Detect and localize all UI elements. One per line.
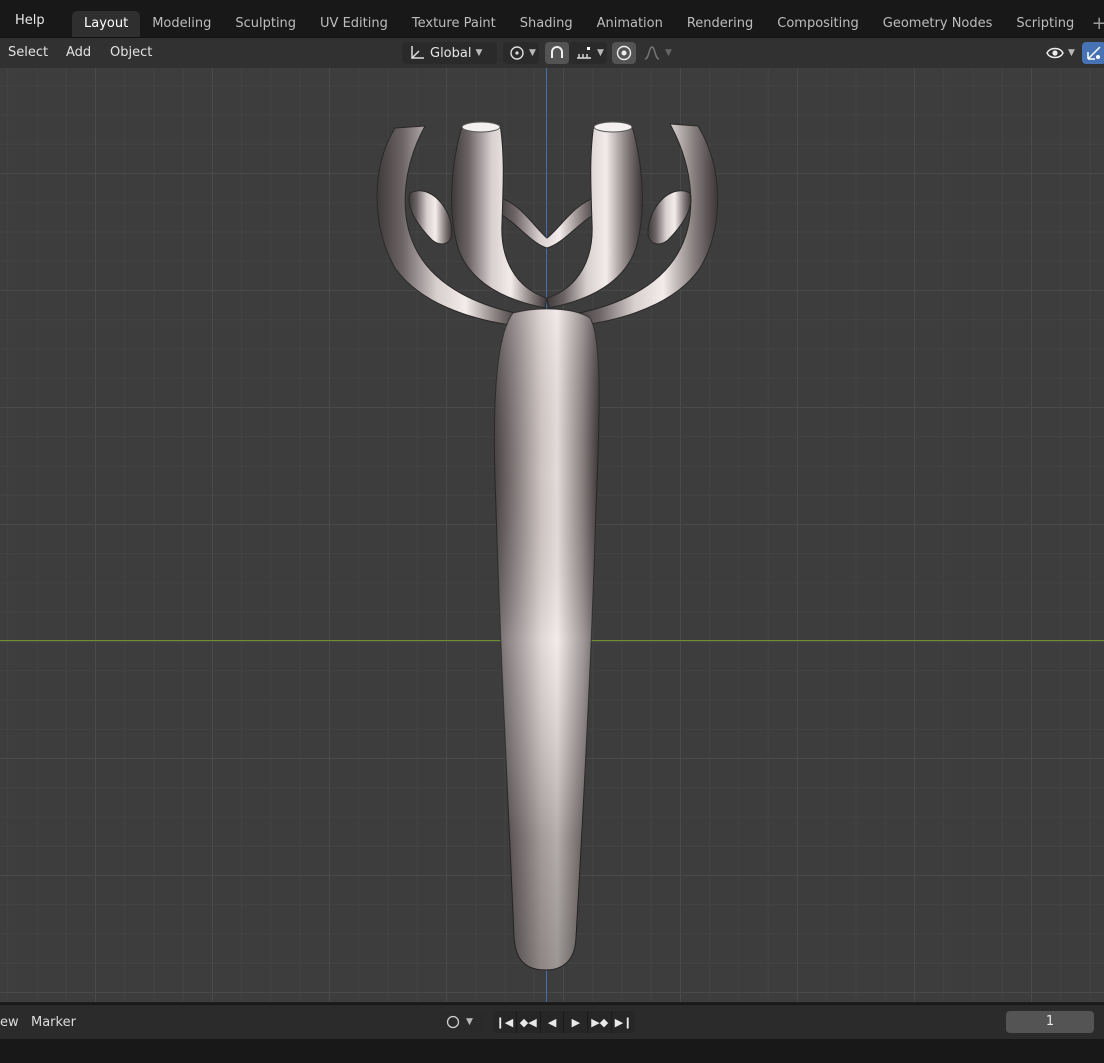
tab-compositing[interactable]: Compositing: [765, 11, 871, 37]
snap-icon: [548, 44, 566, 62]
tab-texture-paint[interactable]: Texture Paint: [400, 11, 508, 37]
add-menu[interactable]: Add: [66, 45, 91, 60]
falloff-curve-icon: [643, 44, 661, 62]
chevron-down-icon: ▼: [665, 48, 672, 58]
chevron-down-icon: ▼: [475, 48, 483, 58]
play-reverse-icon[interactable]: ◀: [539, 1011, 564, 1033]
jump-to-start-icon[interactable]: ❙◀: [493, 1011, 516, 1033]
snap-toggle[interactable]: [545, 42, 569, 64]
marker-menu[interactable]: Marker: [31, 1015, 76, 1030]
top-bar: Help Layout Modeling Sculpting UV Editin…: [0, 0, 1104, 38]
tab-shading[interactable]: Shading: [508, 11, 585, 37]
visibility-dropdown[interactable]: ▼: [1040, 42, 1078, 64]
tab-rendering[interactable]: Rendering: [675, 11, 765, 37]
chevron-down-icon: ▼: [466, 1017, 473, 1027]
tab-modeling[interactable]: Modeling: [140, 11, 223, 37]
pivot-point-dropdown[interactable]: ▼: [503, 42, 539, 64]
help-menu[interactable]: Help: [15, 13, 45, 28]
tab-geometry-nodes[interactable]: Geometry Nodes: [871, 11, 1005, 37]
select-menu[interactable]: Select: [8, 45, 48, 60]
snap-target-dropdown[interactable]: ▼: [569, 42, 607, 64]
tab-animation[interactable]: Animation: [585, 11, 675, 37]
tab-uv-editing[interactable]: UV Editing: [308, 11, 400, 37]
status-bar: [0, 1039, 1104, 1063]
pivot-point-icon: [509, 45, 525, 61]
view-menu[interactable]: ew: [0, 1015, 19, 1030]
object-menu[interactable]: Object: [110, 45, 152, 60]
viewport-header: Select Add Object Global ▼ ▼ ▼ ▼ ▼: [0, 38, 1104, 68]
timeline-header: ew Marker ▼ ❙◀ ◆◀ ◀ ▶ ▶◆ ▶❙ 1: [0, 1004, 1104, 1039]
next-keyframe-icon[interactable]: ▶◆: [587, 1011, 611, 1033]
chevron-down-icon: ▼: [529, 48, 536, 58]
3d-viewport[interactable]: Select Add Object Global ▼ ▼ ▼ ▼ ▼: [0, 38, 1104, 1002]
plus-icon[interactable]: +: [1086, 11, 1104, 37]
tab-sculpting[interactable]: Sculpting: [223, 11, 308, 37]
tab-layout[interactable]: Layout: [72, 11, 141, 37]
playback-controls: ❙◀ ◆◀ ◀ ▶ ▶◆ ▶❙: [493, 1011, 635, 1033]
tab-scripting[interactable]: Scripting: [1004, 11, 1086, 37]
visibility-icon: [1046, 44, 1064, 62]
gizmo-icon: [1085, 44, 1103, 62]
auto-keying-dropdown[interactable]: ▼: [440, 1011, 486, 1033]
chevron-down-icon: ▼: [1068, 48, 1075, 58]
current-frame-field[interactable]: 1: [1006, 1011, 1094, 1033]
previous-keyframe-icon[interactable]: ◆◀: [515, 1011, 540, 1033]
snap-increment-icon: [575, 44, 593, 62]
transform-orientation-icon: [408, 44, 426, 62]
record-icon: [446, 1015, 460, 1029]
ring-model: [376, 121, 719, 971]
orientation-value: Global: [430, 45, 472, 61]
workspace-tabs: Layout Modeling Sculpting UV Editing Tex…: [72, 11, 1104, 37]
play-icon[interactable]: ▶: [563, 1011, 587, 1033]
falloff-dropdown[interactable]: ▼: [637, 42, 673, 64]
transform-orientation-dropdown[interactable]: Global ▼: [402, 42, 497, 64]
gizmo-toggle[interactable]: [1082, 42, 1104, 64]
chevron-down-icon: ▼: [597, 48, 604, 58]
proportional-edit-toggle[interactable]: [612, 42, 636, 64]
proportional-edit-icon: [615, 44, 633, 62]
jump-to-end-icon[interactable]: ▶❙: [611, 1011, 635, 1033]
